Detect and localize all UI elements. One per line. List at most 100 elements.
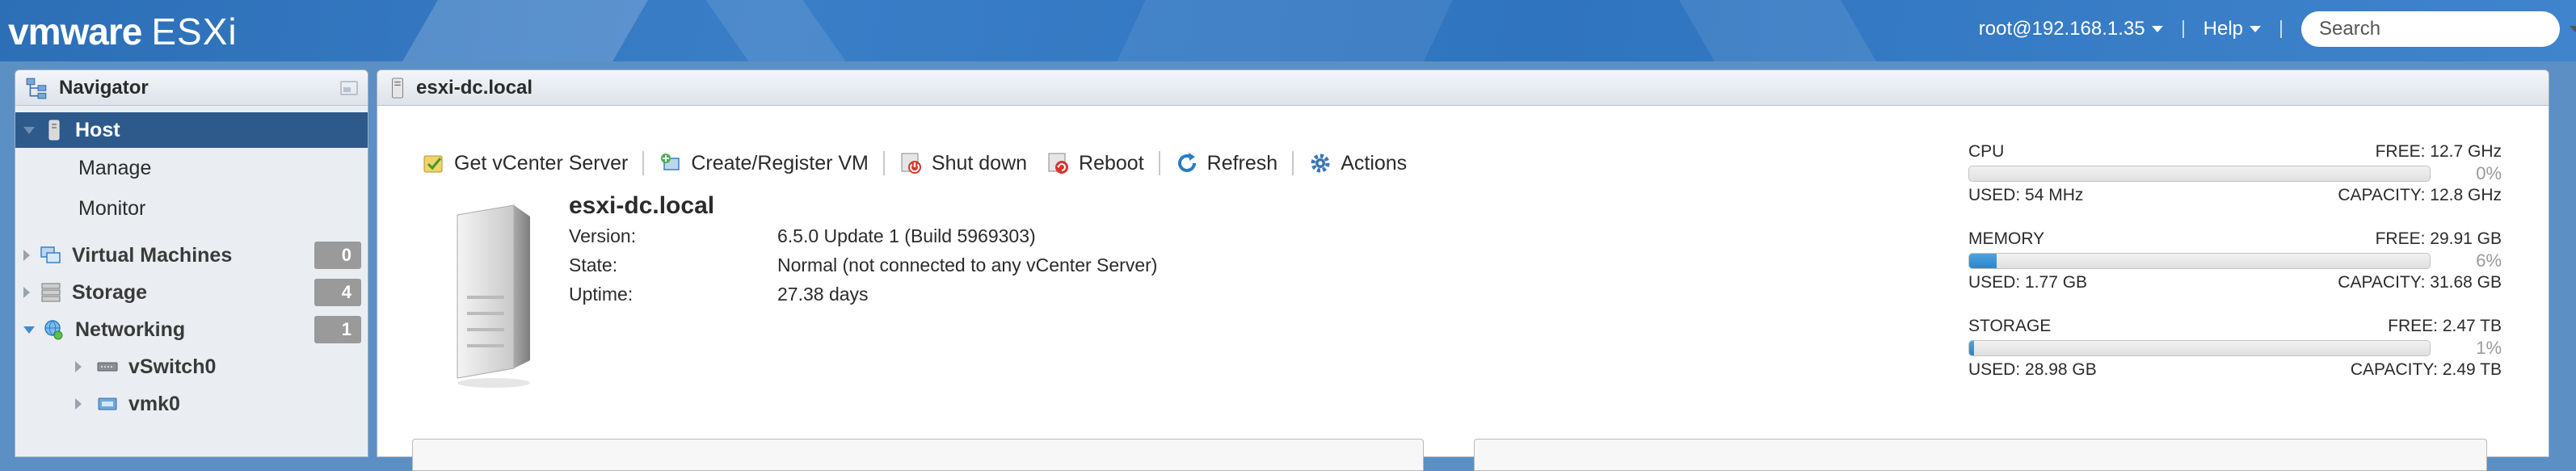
search-box[interactable] — [2301, 11, 2576, 47]
sidebar-item-host-label: Host — [75, 118, 120, 141]
vcenter-icon — [423, 155, 443, 173]
vswitch-icon — [97, 362, 118, 372]
top-right-menu: root@192.168.1.35 Help — [1968, 11, 2576, 47]
sidebar-item-manage-label: Manage — [78, 156, 152, 179]
memory-usage-fill — [1969, 254, 1997, 268]
sidebar-item-vmk0-label: vmk0 — [128, 392, 180, 415]
sidebar-item-storage[interactable]: Storage 4 — [15, 274, 368, 311]
main-panel-title: esxi-dc.local — [416, 76, 533, 99]
property-value: 27.38 days — [777, 283, 869, 305]
vmware-logo-text: vmware — [8, 11, 142, 53]
hardware-portlet — [412, 439, 1424, 471]
stat-used: USED: 54 MHz — [1968, 186, 2084, 204]
stat-name: MEMORY — [1968, 229, 2045, 248]
refresh-label: Refresh — [1206, 151, 1278, 175]
create-vm-icon — [661, 153, 680, 170]
chevron-down-icon — [2250, 26, 2261, 32]
sidebar-item-monitor[interactable]: Monitor — [15, 188, 368, 229]
stat-percent: 0% — [2476, 163, 2502, 183]
user-menu[interactable]: root@192.168.1.35 — [1968, 18, 2174, 40]
navigator-header: Navigator — [15, 70, 368, 106]
property-row-state: State: Normal (not connected to any vCen… — [569, 250, 1157, 280]
stat-name: STORAGE — [1968, 317, 2052, 335]
property-label: Uptime: — [569, 283, 633, 305]
stat-percent: 1% — [2476, 338, 2502, 358]
decorative-facet — [402, 0, 648, 61]
stat-name: CPU — [1968, 142, 2005, 161]
shut-down-label: Shut down — [931, 151, 1028, 175]
refresh-button[interactable]: Refresh — [1165, 151, 1288, 175]
chevron-down-icon[interactable] — [2570, 26, 2576, 32]
memory-stat: MEMORY FREE: 29.91 GB 6% USED: 1.77 GB CAP… — [1968, 229, 2502, 317]
stat-free: FREE: 12.7 GHz — [2375, 142, 2502, 161]
shutdown-icon — [901, 153, 921, 174]
host-toolbar: Get vCenter Server Create/Register VM Sh… — [412, 145, 1416, 181]
virtual-machines-icon — [40, 246, 61, 263]
stat-capacity: CAPACITY: 2.49 TB — [2350, 360, 2502, 379]
reboot-button[interactable]: Reboot — [1037, 151, 1154, 175]
create-register-vm-button[interactable]: Create/Register VM — [649, 151, 878, 175]
sidebar-item-vswitch0[interactable]: vSwitch0 — [15, 348, 368, 385]
shut-down-button[interactable]: Shut down — [890, 151, 1037, 175]
main-panel-header: esxi-dc.local — [377, 70, 2549, 106]
host-name-heading: esxi-dc.local — [569, 192, 715, 219]
expand-arrow-icon[interactable] — [23, 250, 30, 261]
sidebar-item-monitor-label: Monitor — [78, 196, 146, 220]
separator — [2280, 20, 2282, 38]
stat-capacity: CAPACITY: 31.68 GB — [2338, 273, 2502, 292]
decorative-facet — [1117, 0, 1453, 61]
actions-button[interactable]: Actions — [1299, 151, 1416, 175]
server-tower-image — [457, 204, 530, 388]
collapse-arrow-icon[interactable] — [23, 126, 35, 134]
cpu-usage-bar — [1968, 166, 2431, 182]
expand-arrow-icon[interactable] — [23, 287, 30, 298]
toolbar-separator — [882, 151, 885, 175]
sidebar-item-vmk0[interactable]: vmk0 — [15, 385, 368, 423]
memory-usage-bar — [1968, 253, 2431, 269]
property-label: State: — [569, 254, 618, 275]
esxi-logo-text: ESXi — [151, 11, 238, 53]
navigator-panel: Navigator Host Manage Monitor Virtual Ma… — [15, 69, 368, 457]
search-input[interactable] — [2319, 18, 2570, 40]
resource-usage: CPU FREE: 12.7 GHz 0% USED: 54 MHz CAPACIT… — [1968, 142, 2502, 404]
expand-arrow-icon[interactable] — [75, 361, 82, 372]
property-row-version: Version: 6.5.0 Update 1 (Build 5969303) — [569, 221, 1157, 250]
stat-free: FREE: 2.47 TB — [2388, 317, 2502, 335]
toolbar-separator — [1292, 151, 1294, 175]
host-properties: Version: 6.5.0 Update 1 (Build 5969303) … — [569, 221, 1157, 309]
collapse-arrow-icon[interactable] — [23, 326, 35, 334]
vmware-esxi-logo: vmware ESXi — [8, 10, 238, 53]
host-server-icon — [392, 77, 403, 99]
sidebar-item-virtual-machines[interactable]: Virtual Machines 0 — [15, 237, 368, 274]
navigator-tree-icon — [26, 78, 47, 99]
vmkernel-nic-icon — [98, 397, 117, 410]
minimize-panel-icon[interactable] — [340, 80, 358, 95]
property-label: Version: — [569, 225, 637, 246]
reboot-label: Reboot — [1079, 151, 1144, 175]
sidebar-item-networking[interactable]: Networking 1 — [15, 311, 368, 348]
stat-used: USED: 1.77 GB — [1968, 273, 2088, 292]
stat-capacity: CAPACITY: 12.8 GHz — [2338, 186, 2502, 204]
navigator-title: Navigator — [59, 76, 149, 99]
stat-percent: 6% — [2476, 250, 2502, 271]
get-vcenter-server-button[interactable]: Get vCenter Server — [412, 151, 638, 175]
configuration-portlet — [1474, 439, 2487, 471]
user-menu-label: root@192.168.1.35 — [1978, 18, 2145, 40]
sidebar-item-manage[interactable]: Manage — [15, 148, 368, 188]
actions-label: Actions — [1341, 151, 1408, 175]
sidebar-item-host[interactable]: Host — [15, 112, 368, 148]
storage-stat: STORAGE FREE: 2.47 TB 1% USED: 28.98 GB CA… — [1968, 317, 2502, 404]
property-value: 6.5.0 Update 1 (Build 5969303) — [777, 225, 1036, 246]
stat-used: USED: 28.98 GB — [1968, 360, 2097, 379]
help-menu[interactable]: Help — [2192, 18, 2272, 40]
storage-usage-fill — [1969, 341, 1974, 355]
networking-globe-icon — [44, 320, 63, 340]
count-badge: 1 — [314, 316, 361, 343]
host-server-icon — [48, 120, 60, 141]
create-register-vm-label: Create/Register VM — [691, 151, 869, 175]
stat-free: FREE: 29.91 GB — [2375, 229, 2502, 248]
expand-arrow-icon[interactable] — [75, 398, 82, 410]
count-badge: 4 — [314, 279, 361, 306]
sidebar-item-virtual-machines-label: Virtual Machines — [72, 243, 233, 267]
property-row-uptime: Uptime: 27.38 days — [569, 280, 1157, 309]
